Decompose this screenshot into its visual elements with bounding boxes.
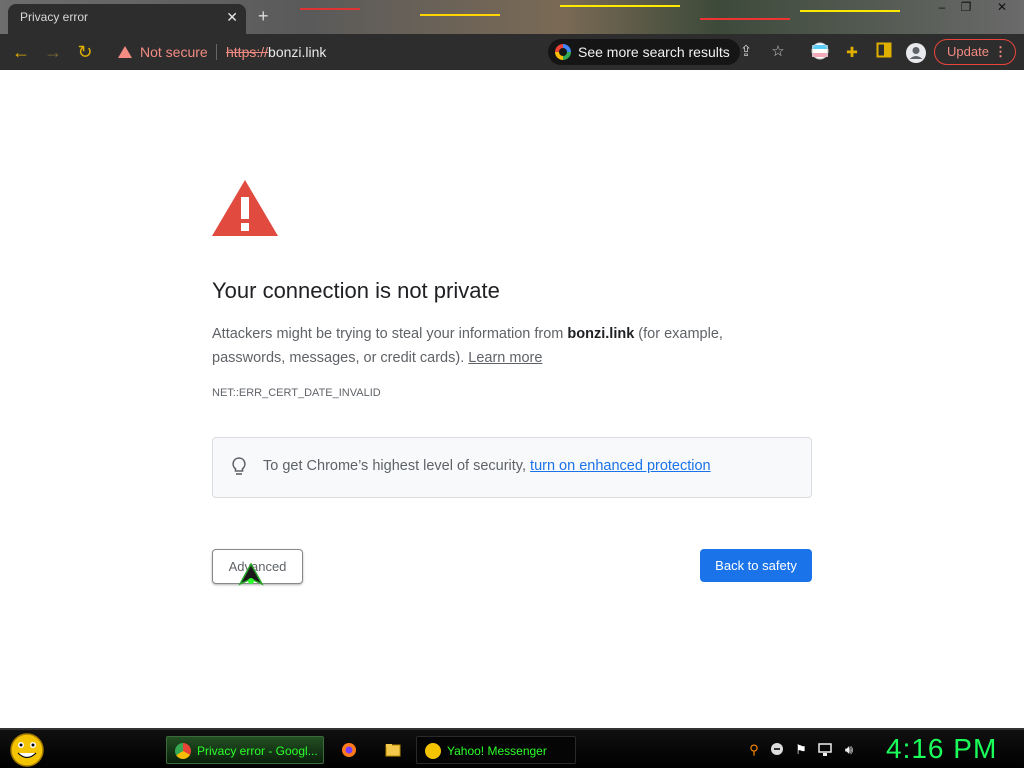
security-label: Not secure	[140, 44, 208, 60]
chrome-icon	[175, 743, 191, 759]
messenger-tray-icon[interactable]	[769, 742, 785, 758]
side-panel-icon[interactable]	[874, 42, 894, 62]
flag-extension-icon[interactable]	[810, 42, 830, 62]
profile-avatar-icon[interactable]	[905, 42, 926, 63]
search-chip-label: See more search results	[578, 44, 730, 60]
wallpaper-streak	[560, 5, 680, 7]
enhanced-protection-banner: To get Chrome’s highest level of securit…	[212, 437, 812, 498]
interstitial-page: Your connection is not private Attackers…	[0, 70, 1024, 728]
enhanced-protection-link[interactable]: turn on enhanced protection	[530, 458, 711, 474]
task-yahoo-messenger[interactable]: Yahoo! Messenger	[416, 736, 576, 764]
smiley-start-icon[interactable]	[8, 732, 46, 768]
back-button[interactable]: ←	[10, 42, 32, 64]
url-scheme: https://	[226, 44, 269, 60]
action-center-flag-icon[interactable]: ⚑	[793, 742, 809, 758]
lightbulb-icon	[232, 457, 246, 475]
search-results-chip[interactable]: See more search results	[548, 39, 740, 65]
bonzi-cursor-icon	[238, 562, 264, 586]
tab-privacy-error[interactable]: Privacy error ✕	[8, 4, 246, 34]
page-title: Your connection is not private	[212, 278, 500, 303]
error-code: NET::ERR_CERT_DATE_INVALID	[212, 387, 381, 399]
extensions-puzzle-icon[interactable]: ✚	[842, 42, 862, 62]
network-icon[interactable]	[817, 742, 833, 758]
omnibox[interactable]: Not secure https://bonzi.link See more s…	[108, 38, 798, 66]
taskbar: Privacy error - Googl... Yahoo! Messenge…	[0, 728, 1024, 768]
window-close-button[interactable]: ✕	[990, 0, 1014, 16]
learn-more-link[interactable]: Learn more	[468, 350, 542, 366]
red-warning-icon	[212, 180, 278, 236]
wallpaper-streak	[700, 18, 790, 20]
warning-triangle-icon	[118, 46, 132, 58]
banner-text: To get Chrome’s highest level of securit…	[263, 458, 711, 474]
task-label: Yahoo! Messenger	[447, 744, 547, 758]
url-text[interactable]: https://bonzi.link	[226, 38, 326, 66]
tab-title: Privacy error	[20, 10, 89, 24]
window-title-bar: Privacy error ✕ + – ❐ ✕	[0, 0, 1024, 34]
wallpaper-streak	[420, 14, 500, 16]
tab-close-icon[interactable]: ✕	[226, 4, 238, 30]
google-icon	[555, 44, 571, 60]
update-label: Update	[947, 44, 989, 59]
url-host: bonzi.link	[268, 44, 327, 60]
file-manager-icon[interactable]	[385, 742, 401, 758]
security-indicator[interactable]: Not secure	[118, 38, 208, 66]
forward-button[interactable]: →	[42, 42, 64, 64]
error-description: Attackers might be trying to steal your …	[212, 322, 772, 370]
bookmark-star-icon[interactable]: ☆	[768, 42, 788, 62]
new-tab-button[interactable]: +	[258, 6, 269, 27]
task-label: Privacy error - Googl...	[197, 744, 318, 758]
wallpaper-streak	[800, 10, 900, 12]
search-icon[interactable]: ⚲	[746, 742, 762, 758]
task-chrome[interactable]: Privacy error - Googl...	[166, 736, 324, 764]
share-icon[interactable]: ⇪	[736, 42, 756, 62]
back-to-safety-button[interactable]: Back to safety	[700, 549, 812, 582]
wallpaper-streak	[300, 8, 360, 10]
desc-prefix: Attackers might be trying to steal your …	[212, 326, 568, 342]
volume-icon[interactable]: 🔊︎	[841, 742, 857, 758]
browser-toolbar: ← → ↻ Not secure https://bonzi.link See …	[0, 34, 1024, 70]
update-button[interactable]: Update ⋮	[934, 39, 1016, 65]
minimize-button[interactable]: –	[930, 0, 954, 16]
reload-button[interactable]: ↻	[74, 42, 96, 64]
firefox-icon[interactable]	[341, 742, 357, 758]
yahoo-messenger-icon	[425, 743, 441, 759]
banner-message: To get Chrome’s highest level of securit…	[263, 458, 531, 474]
desc-host: bonzi.link	[567, 326, 635, 342]
taskbar-clock[interactable]: 4:16 PM	[886, 733, 997, 765]
restore-button[interactable]: ❐	[954, 0, 978, 16]
menu-dots-icon[interactable]: ⋮	[994, 40, 1007, 64]
omnibox-divider	[216, 44, 217, 60]
